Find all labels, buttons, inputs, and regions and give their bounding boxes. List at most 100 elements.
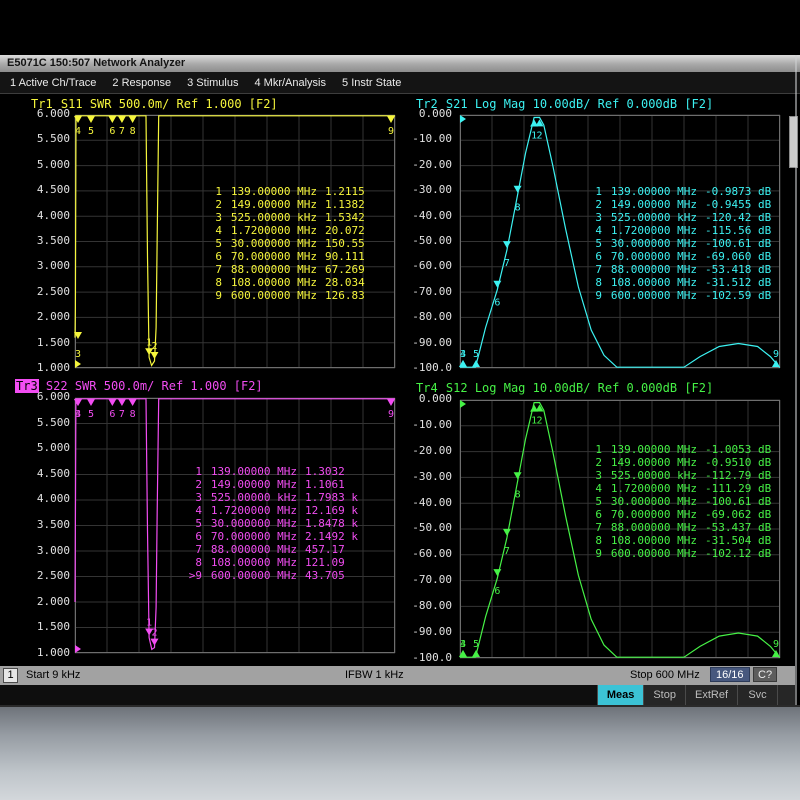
y-axis-tr1: 6.0005.5005.0004.5004.0003.5003.0002.500…: [22, 108, 70, 374]
marker-frequency: 139.00000 MHz: [209, 465, 297, 478]
trace-header-tr2[interactable]: Tr2 S21 Log Mag 10.00dB/ Ref 0.000dB [F2…: [415, 97, 713, 111]
marker-value: -1.0053 dB: [705, 443, 771, 456]
marker-frequency: 1.7200000 MHz: [209, 504, 297, 517]
marker-value: -69.062 dB: [705, 508, 771, 521]
marker-symbol: [772, 360, 780, 367]
marker-frequency: 70.000000 MHz: [209, 530, 297, 543]
marker-row: 2149.00000 MHz-0.9510 dB: [585, 456, 771, 469]
state-meas[interactable]: Meas: [597, 685, 644, 705]
marker-number-label: 5: [473, 639, 479, 650]
marker-frequency: 139.00000 MHz: [229, 185, 317, 198]
y-axis-label: 2.500: [22, 286, 70, 298]
ifbw-label: IFBW 1 kHz: [345, 669, 404, 681]
page-indicator-badge[interactable]: 16/16: [710, 667, 750, 682]
marker-value: -53.418 dB: [705, 263, 771, 276]
marker-value: -111.29 dB: [705, 482, 771, 495]
y-axis-label: 2.500: [22, 570, 70, 582]
marker-value: -31.504 dB: [705, 534, 771, 547]
menu-item[interactable]: 5 Instr State: [342, 77, 401, 89]
marker-value: -102.12 dB: [705, 547, 771, 560]
channel-status-bar: 1 Start 9 kHz IFBW 1 kHz Stop 600 MHz 16…: [0, 666, 795, 685]
y-axis-label: -70.00: [404, 574, 452, 586]
marker-number: 9: [205, 289, 222, 302]
y-axis-label: 5.500: [22, 417, 70, 429]
marker-number: 3: [585, 211, 602, 224]
y-axis-label: 1.500: [22, 621, 70, 633]
menu-item[interactable]: 3 Stimulus: [187, 77, 238, 89]
marker-symbol: [493, 281, 501, 288]
marker-frequency: 88.000000 MHz: [229, 263, 317, 276]
y-axis-tr3: 6.0005.5005.0004.5004.0003.5003.0002.500…: [22, 391, 70, 659]
window-title-bar[interactable]: E5071C 150:507 Network Analyzer: [0, 55, 800, 72]
marker-symbol: [387, 399, 395, 406]
marker-number: 5: [205, 237, 222, 250]
y-axis-label: -20.00: [404, 445, 452, 457]
state-sweep[interactable]: Stop: [643, 685, 685, 705]
y-axis-label: -100.0: [404, 652, 452, 664]
marker-value: 43.705: [305, 569, 345, 582]
channel-number-box[interactable]: 1: [3, 668, 18, 683]
y-axis-label: -60.00: [404, 548, 452, 560]
trace-header-tr4[interactable]: Tr4 S12 Log Mag 10.00dB/ Ref 0.000dB [F2…: [415, 381, 713, 395]
marker-number-label: 8: [515, 203, 521, 214]
trace-settings-tr4: S12 Log Mag 10.00dB/ Ref 0.000dB [F2]: [446, 381, 713, 395]
marker-number-label: 9: [773, 639, 779, 650]
menu-item[interactable]: 1 Active Ch/Trace: [10, 77, 96, 89]
ref-level-indicator: [460, 400, 466, 408]
marker-row: 670.000000 MHz90.111: [205, 250, 365, 263]
marker-frequency: 1.7200000 MHz: [609, 224, 697, 237]
marker-frequency: 88.000000 MHz: [209, 543, 297, 556]
marker-value: 1.7983 k: [305, 491, 358, 504]
marker-number-label: 6: [109, 126, 115, 137]
y-axis-label: -30.00: [404, 471, 452, 483]
marker-number: 2: [585, 456, 602, 469]
marker-frequency: 70.000000 MHz: [609, 250, 697, 263]
marker-value: 1.1061: [305, 478, 345, 491]
photo-background-top: [0, 0, 800, 55]
y-axis-label: 6.000: [22, 391, 70, 403]
marker-number-label: 2: [151, 628, 157, 639]
y-axis-label: 1.000: [22, 647, 70, 659]
state-svc[interactable]: Svc: [737, 685, 777, 705]
marker-number: 1: [205, 185, 222, 198]
y-axis-label: 1.500: [22, 337, 70, 349]
marker-number-label: 3: [75, 349, 81, 360]
y-axis-label: -80.00: [404, 600, 452, 612]
marker-value: -0.9873 dB: [705, 185, 771, 198]
marker-number: 8: [585, 276, 602, 289]
menu-item[interactable]: 4 Mkr/Analysis: [254, 77, 326, 89]
marker-number: 9: [585, 289, 602, 302]
y-axis-label: -20.00: [404, 159, 452, 171]
marker-value: -102.59 dB: [705, 289, 771, 302]
marker-row: 1139.00000 MHz-0.9873 dB: [585, 185, 771, 198]
trace-settings-tr1: S11 SWR 500.0m/ Ref 1.000 [F2]: [61, 97, 278, 111]
y-axis-label: 5.000: [22, 159, 70, 171]
marker-number-label: 2: [536, 130, 542, 141]
marker-frequency: 149.00000 MHz: [609, 456, 697, 469]
marker-value: -0.9455 dB: [705, 198, 771, 211]
marker-value: 12.169 k: [305, 504, 358, 517]
photo-background-bottom: [0, 705, 800, 800]
window-title: E5071C 150:507 Network Analyzer: [7, 57, 185, 69]
marker-number-label: 7: [504, 258, 510, 269]
marker-row: 9600.00000 MHz-102.12 dB: [585, 547, 771, 560]
marker-number: 2: [205, 198, 222, 211]
marker-number-label: 4: [75, 126, 81, 137]
marker-number-label: 2: [151, 341, 157, 352]
y-axis-label: 1.000: [22, 362, 70, 374]
y-axis-label: -50.00: [404, 522, 452, 534]
state-extref[interactable]: ExtRef: [685, 685, 737, 705]
marker-row: 41.7200000 MHz20.072: [205, 224, 365, 237]
marker-value: 1.5342: [325, 211, 365, 224]
marker-number-label: 6: [109, 409, 115, 420]
marker-number-label: 6: [494, 586, 500, 597]
marker-table-tr2: 1139.00000 MHz-0.9873 dB2149.00000 MHz-0…: [585, 146, 771, 302]
marker-number: 1: [585, 443, 602, 456]
marker-number: 8: [185, 556, 202, 569]
menu-item[interactable]: 2 Response: [112, 77, 171, 89]
marker-symbol: [108, 399, 116, 406]
marker-value: -120.42 dB: [705, 211, 771, 224]
marker-number-label: 5: [88, 409, 94, 420]
marker-number: 5: [585, 237, 602, 250]
y-axis-label: -50.00: [404, 235, 452, 247]
